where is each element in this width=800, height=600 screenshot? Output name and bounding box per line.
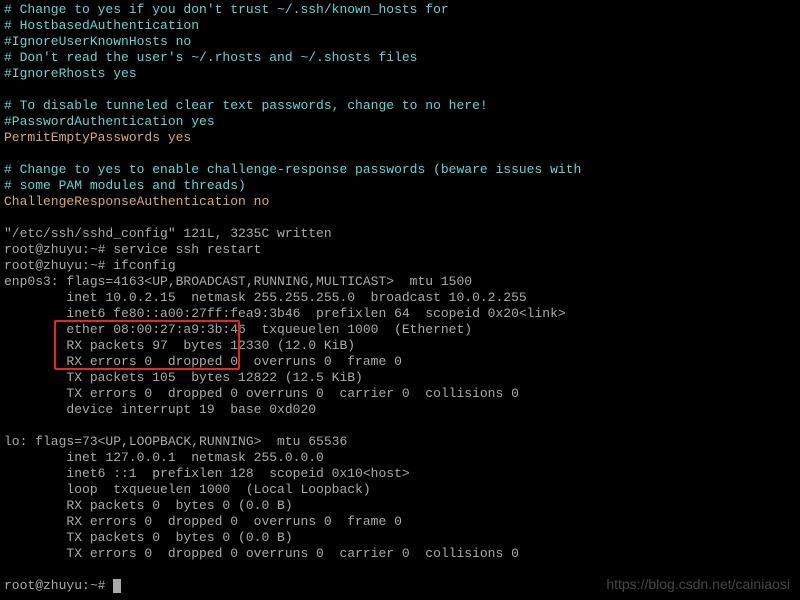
ifconfig-line: lo: flags=73<UP,LOOPBACK,RUNNING> mtu 65…	[4, 434, 347, 449]
ifconfig-line: RX packets 97 bytes 12330 (12.0 KiB)	[4, 338, 355, 353]
config-comment: #IgnoreUserKnownHosts no	[4, 34, 191, 49]
ifconfig-line: inet6 ::1 prefixlen 128 scopeid 0x10<hos…	[4, 466, 410, 481]
config-comment: # Change to yes to enable challenge-resp…	[4, 162, 581, 177]
vim-write-message: "/etc/ssh/sshd_config" 121L, 3235C writt…	[4, 226, 332, 241]
ifconfig-line: TX packets 0 bytes 0 (0.0 B)	[4, 530, 293, 545]
blank-line	[4, 210, 12, 225]
config-comment: # To disable tunneled clear text passwor…	[4, 98, 488, 113]
config-directive: ChallengeResponseAuthentication no	[4, 194, 269, 209]
prompt-line[interactable]: root@zhuyu:~#	[4, 578, 121, 593]
blank-line	[4, 418, 12, 433]
watermark-text: https://blog.csdn.net/cainiaosi	[606, 576, 790, 592]
config-comment: # Change to yes if you don't trust ~/.ss…	[4, 2, 449, 17]
ifconfig-line: TX errors 0 dropped 0 overruns 0 carrier…	[4, 386, 519, 401]
config-comment: # HostbasedAuthentication	[4, 18, 199, 33]
config-directive: PermitEmptyPasswords yes	[4, 130, 191, 145]
ifconfig-line: device interrupt 19 base 0xd020	[4, 402, 316, 417]
ifconfig-line: TX errors 0 dropped 0 overruns 0 carrier…	[4, 546, 519, 561]
config-comment: # some PAM modules and threads)	[4, 178, 246, 193]
cursor-icon	[113, 579, 121, 593]
config-comment: # Don't read the user's ~/.rhosts and ~/…	[4, 50, 417, 65]
ifconfig-line: inet 127.0.0.1 netmask 255.0.0.0	[4, 450, 324, 465]
blank-line	[4, 562, 12, 577]
ifconfig-line: RX errors 0 dropped 0 overruns 0 frame 0	[4, 354, 402, 369]
ifconfig-line: inet6 fe80::a00:27ff:fea9:3b46 prefixlen…	[4, 306, 566, 321]
ifconfig-line: inet 10.0.2.15 netmask 255.255.255.0 bro…	[4, 290, 527, 305]
terminal-output[interactable]: # Change to yes if you don't trust ~/.ss…	[4, 2, 796, 594]
blank-line	[4, 146, 12, 161]
prompt-line: root@zhuyu:~# service ssh restart	[4, 242, 261, 257]
config-comment: #PasswordAuthentication yes	[4, 114, 215, 129]
ifconfig-line: RX packets 0 bytes 0 (0.0 B)	[4, 498, 293, 513]
blank-line	[4, 82, 12, 97]
ifconfig-line: TX packets 105 bytes 12822 (12.5 KiB)	[4, 370, 363, 385]
prompt-line: root@zhuyu:~# ifconfig	[4, 258, 176, 273]
ifconfig-line: RX errors 0 dropped 0 overruns 0 frame 0	[4, 514, 402, 529]
ifconfig-line: ether 08:00:27:a9:3b:46 txqueuelen 1000 …	[4, 322, 472, 337]
config-comment: #IgnoreRhosts yes	[4, 66, 137, 81]
ifconfig-line: loop txqueuelen 1000 (Local Loopback)	[4, 482, 371, 497]
ifconfig-line: enp0s3: flags=4163<UP,BROADCAST,RUNNING,…	[4, 274, 472, 289]
